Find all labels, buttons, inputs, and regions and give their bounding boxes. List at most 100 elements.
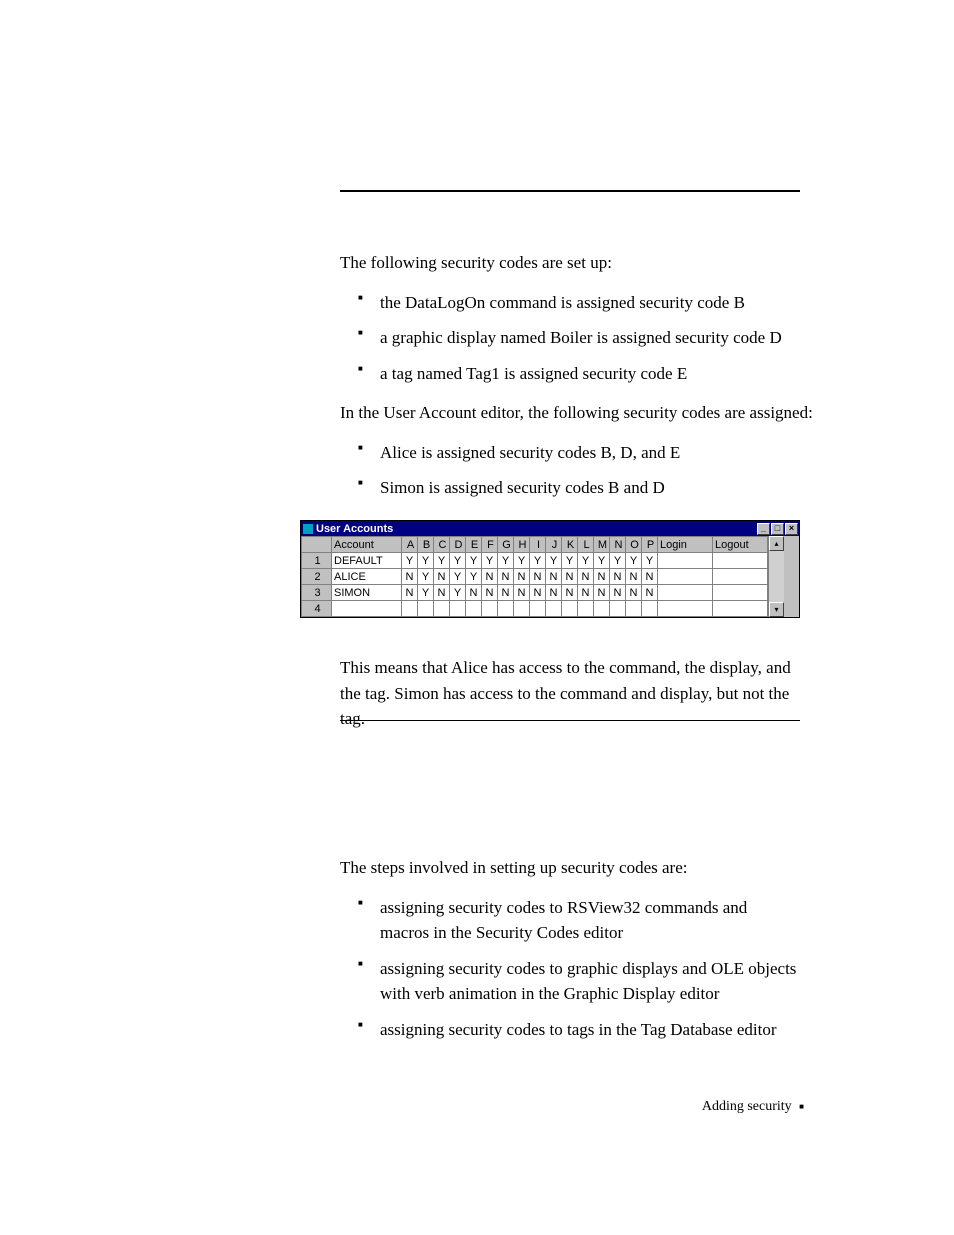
code-cell[interactable]: Y: [450, 585, 466, 601]
code-cell[interactable]: N: [530, 585, 546, 601]
code-cell[interactable]: N: [626, 569, 642, 585]
scroll-track[interactable]: [769, 551, 784, 602]
col-E[interactable]: E: [466, 537, 482, 553]
code-cell[interactable]: N: [578, 585, 594, 601]
code-cell[interactable]: [450, 601, 466, 617]
code-cell[interactable]: Y: [498, 553, 514, 569]
code-cell[interactable]: Y: [578, 553, 594, 569]
col-G[interactable]: G: [498, 537, 514, 553]
row-number[interactable]: 4: [302, 601, 332, 617]
scroll-down-button[interactable]: ▾: [769, 602, 784, 617]
login-cell[interactable]: [658, 553, 713, 569]
code-cell[interactable]: Y: [418, 553, 434, 569]
logout-cell[interactable]: [713, 553, 768, 569]
code-cell[interactable]: [642, 601, 658, 617]
code-cell[interactable]: N: [562, 569, 578, 585]
code-cell[interactable]: [482, 601, 498, 617]
accounts-grid[interactable]: Account A B C D E F G H I J K L M: [301, 536, 768, 617]
maximize-button[interactable]: □: [771, 523, 784, 535]
code-cell[interactable]: N: [642, 569, 658, 585]
col-F[interactable]: F: [482, 537, 498, 553]
code-cell[interactable]: Y: [402, 553, 418, 569]
code-cell[interactable]: N: [514, 569, 530, 585]
code-cell[interactable]: N: [530, 569, 546, 585]
col-A[interactable]: A: [402, 537, 418, 553]
col-login[interactable]: Login: [658, 537, 713, 553]
code-cell[interactable]: Y: [642, 553, 658, 569]
code-cell[interactable]: N: [434, 569, 450, 585]
code-cell[interactable]: Y: [594, 553, 610, 569]
code-cell[interactable]: Y: [562, 553, 578, 569]
code-cell[interactable]: Y: [418, 569, 434, 585]
col-K[interactable]: K: [562, 537, 578, 553]
code-cell[interactable]: [434, 601, 450, 617]
code-cell[interactable]: N: [642, 585, 658, 601]
col-D[interactable]: D: [450, 537, 466, 553]
table-row[interactable]: 3SIMONNYNYNNNNNNNNNNNN: [302, 585, 768, 601]
code-cell[interactable]: [626, 601, 642, 617]
account-cell[interactable]: DEFAULT: [332, 553, 402, 569]
code-cell[interactable]: [498, 601, 514, 617]
login-cell[interactable]: [658, 585, 713, 601]
code-cell[interactable]: N: [498, 585, 514, 601]
code-cell[interactable]: N: [466, 585, 482, 601]
code-cell[interactable]: [594, 601, 610, 617]
code-cell[interactable]: [466, 601, 482, 617]
account-cell[interactable]: ALICE: [332, 569, 402, 585]
table-row[interactable]: 1DEFAULTYYYYYYYYYYYYYYYY: [302, 553, 768, 569]
code-cell[interactable]: N: [594, 585, 610, 601]
account-cell[interactable]: [332, 601, 402, 617]
code-cell[interactable]: Y: [610, 553, 626, 569]
col-O[interactable]: O: [626, 537, 642, 553]
code-cell[interactable]: [610, 601, 626, 617]
col-B[interactable]: B: [418, 537, 434, 553]
col-C[interactable]: C: [434, 537, 450, 553]
code-cell[interactable]: Y: [434, 553, 450, 569]
minimize-button[interactable]: _: [757, 523, 770, 535]
account-cell[interactable]: SIMON: [332, 585, 402, 601]
code-cell[interactable]: N: [578, 569, 594, 585]
code-cell[interactable]: N: [402, 569, 418, 585]
logout-cell[interactable]: [713, 601, 768, 617]
code-cell[interactable]: Y: [626, 553, 642, 569]
logout-cell[interactable]: [713, 569, 768, 585]
login-cell[interactable]: [658, 601, 713, 617]
code-cell[interactable]: [530, 601, 546, 617]
code-cell[interactable]: Y: [514, 553, 530, 569]
row-number[interactable]: 2: [302, 569, 332, 585]
login-cell[interactable]: [658, 569, 713, 585]
col-account[interactable]: Account: [332, 537, 402, 553]
code-cell[interactable]: N: [402, 585, 418, 601]
code-cell[interactable]: Y: [466, 569, 482, 585]
code-cell[interactable]: N: [594, 569, 610, 585]
col-N[interactable]: N: [610, 537, 626, 553]
window-titlebar[interactable]: User Accounts _ □ ×: [301, 521, 799, 536]
logout-cell[interactable]: [713, 585, 768, 601]
code-cell[interactable]: N: [562, 585, 578, 601]
scroll-up-button[interactable]: ▴: [769, 536, 784, 551]
code-cell[interactable]: [418, 601, 434, 617]
code-cell[interactable]: N: [482, 569, 498, 585]
col-I[interactable]: I: [530, 537, 546, 553]
col-M[interactable]: M: [594, 537, 610, 553]
code-cell[interactable]: N: [610, 569, 626, 585]
code-cell[interactable]: Y: [466, 553, 482, 569]
col-J[interactable]: J: [546, 537, 562, 553]
code-cell[interactable]: Y: [418, 585, 434, 601]
code-cell[interactable]: N: [610, 585, 626, 601]
code-cell[interactable]: N: [482, 585, 498, 601]
row-number[interactable]: 1: [302, 553, 332, 569]
code-cell[interactable]: [514, 601, 530, 617]
vertical-scrollbar[interactable]: ▴ ▾: [768, 536, 784, 617]
code-cell[interactable]: N: [498, 569, 514, 585]
col-H[interactable]: H: [514, 537, 530, 553]
code-cell[interactable]: Y: [546, 553, 562, 569]
close-button[interactable]: ×: [785, 523, 798, 535]
col-L[interactable]: L: [578, 537, 594, 553]
table-row[interactable]: 2ALICENYNYYNNNNNNNNNNN: [302, 569, 768, 585]
code-cell[interactable]: [578, 601, 594, 617]
code-cell[interactable]: Y: [530, 553, 546, 569]
code-cell[interactable]: [546, 601, 562, 617]
code-cell[interactable]: [402, 601, 418, 617]
col-logout[interactable]: Logout: [713, 537, 768, 553]
